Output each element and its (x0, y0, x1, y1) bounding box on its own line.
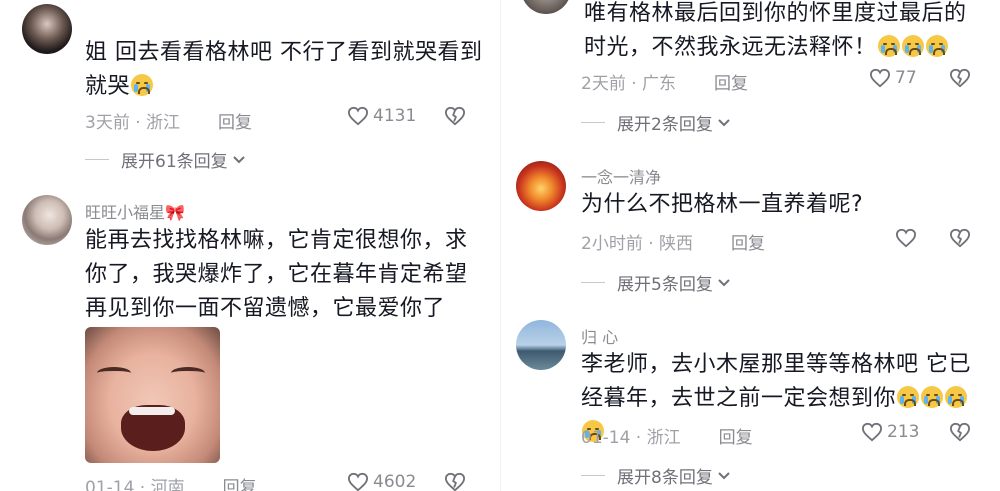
expand-replies-button[interactable]: 展开5条回复 (581, 270, 731, 295)
broken-heart-icon (950, 422, 970, 442)
reply-button[interactable]: 回复 (223, 473, 257, 491)
photo-teeth (129, 407, 175, 415)
photo-eye-right (171, 367, 205, 379)
divider (581, 122, 605, 123)
like-count: 4602 (373, 472, 417, 491)
crying-emoji-icon (131, 74, 154, 96)
comment-time-location: 01-14 · 浙江 (581, 428, 681, 448)
broken-heart-icon (950, 68, 970, 88)
divider (85, 159, 109, 160)
comment-time-location: 2小时前 · 陕西 (581, 234, 694, 254)
avatar[interactable] (516, 161, 566, 211)
username[interactable]: 旺旺小福星🎀 (85, 199, 185, 223)
avatar[interactable] (22, 195, 72, 245)
crying-emoji-icon (945, 386, 968, 408)
divider (581, 282, 605, 283)
right-comment-panel: 唯有格林最后回到你的怀里度过最后的时光，不然我永远无法释怀！ 2天前 · 广东 … (500, 0, 1000, 491)
heart-outline-icon (347, 472, 369, 491)
like-count: 4131 (373, 106, 417, 126)
comment-meta: 2小时前 · 陕西 回复 (581, 229, 765, 254)
crying-emoji-icon (925, 35, 948, 57)
username[interactable]: 归 心 (581, 324, 618, 348)
divider (581, 475, 605, 476)
expand-replies-button[interactable]: 展开2条回复 (581, 110, 731, 135)
crying-child-photo[interactable] (85, 327, 220, 463)
like-button[interactable]: 4602 (347, 472, 416, 491)
comment-time-location: 01-14 · 河南 (85, 478, 185, 491)
comment-text: 姐 回去看看格林吧 不行了看到就哭看到就哭 (85, 40, 483, 99)
chevron-down-icon (718, 118, 730, 126)
heart-outline-icon (895, 228, 917, 248)
comment-meta: 2天前 · 广东 回复 (581, 69, 748, 94)
dislike-button[interactable] (444, 472, 466, 491)
comment-text: 为什么不把格林一直养着呢? (581, 192, 864, 217)
dislike-button[interactable] (949, 228, 971, 252)
expand-replies-button[interactable]: 展开8条回复 (581, 463, 731, 488)
like-button[interactable]: 213 (861, 422, 919, 442)
chevron-down-icon (232, 155, 245, 163)
comment-time-location: 3天前 · 浙江 (85, 113, 181, 133)
like-count: 213 (887, 422, 920, 442)
comment-meta: 3天前 · 浙江 回复 (85, 108, 252, 133)
heart-outline-icon (869, 68, 891, 88)
broken-heart-icon (950, 228, 970, 248)
photo-eye-left (97, 367, 131, 379)
chevron-down-icon (718, 278, 730, 286)
avatar[interactable] (521, 0, 571, 14)
crying-emoji-icon (897, 386, 920, 408)
reply-button[interactable]: 回复 (218, 108, 252, 133)
comment-meta: 01-14 · 河南 回复 (85, 473, 257, 491)
broken-heart-icon (444, 106, 465, 126)
like-button[interactable]: 77 (869, 68, 917, 88)
comment-meta: 01-14 · 浙江 回复 (581, 423, 753, 448)
crying-emoji-icon (921, 386, 944, 408)
like-button[interactable] (895, 228, 921, 248)
expand-replies-button[interactable]: 展开61条回复 (85, 147, 246, 172)
avatar[interactable] (516, 320, 566, 370)
heart-outline-icon (861, 422, 883, 442)
comment-time-location: 2天前 · 广东 (581, 74, 677, 94)
broken-heart-icon (445, 472, 465, 491)
crying-emoji-icon (901, 35, 924, 57)
dislike-button[interactable] (949, 68, 971, 92)
heart-outline-icon (347, 106, 369, 126)
reply-button[interactable]: 回复 (714, 69, 748, 94)
like-count: 77 (895, 68, 917, 88)
dislike-button[interactable] (444, 106, 466, 130)
reply-button[interactable]: 回复 (731, 229, 765, 254)
comment-text: 唯有格林最后回到你的怀里度过最后的时光，不然我永远无法释怀！ (584, 1, 967, 60)
username[interactable]: 一念一清净 (581, 164, 661, 188)
like-button[interactable]: 4131 (347, 106, 416, 126)
dislike-button[interactable] (949, 422, 971, 446)
left-comment-panel: 姐 回去看看格林吧 不行了看到就哭看到就哭 3天前 · 浙江 回复 4131 展… (0, 0, 500, 491)
chevron-down-icon (718, 471, 730, 479)
comment-text: 能再去找找格林嘛，它肯定很想你，求你了，我哭爆炸了，它在暮年肯定希望再见到你一面… (85, 228, 468, 321)
reply-button[interactable]: 回复 (719, 423, 753, 448)
avatar[interactable] (22, 4, 72, 54)
crying-emoji-icon (877, 35, 900, 57)
